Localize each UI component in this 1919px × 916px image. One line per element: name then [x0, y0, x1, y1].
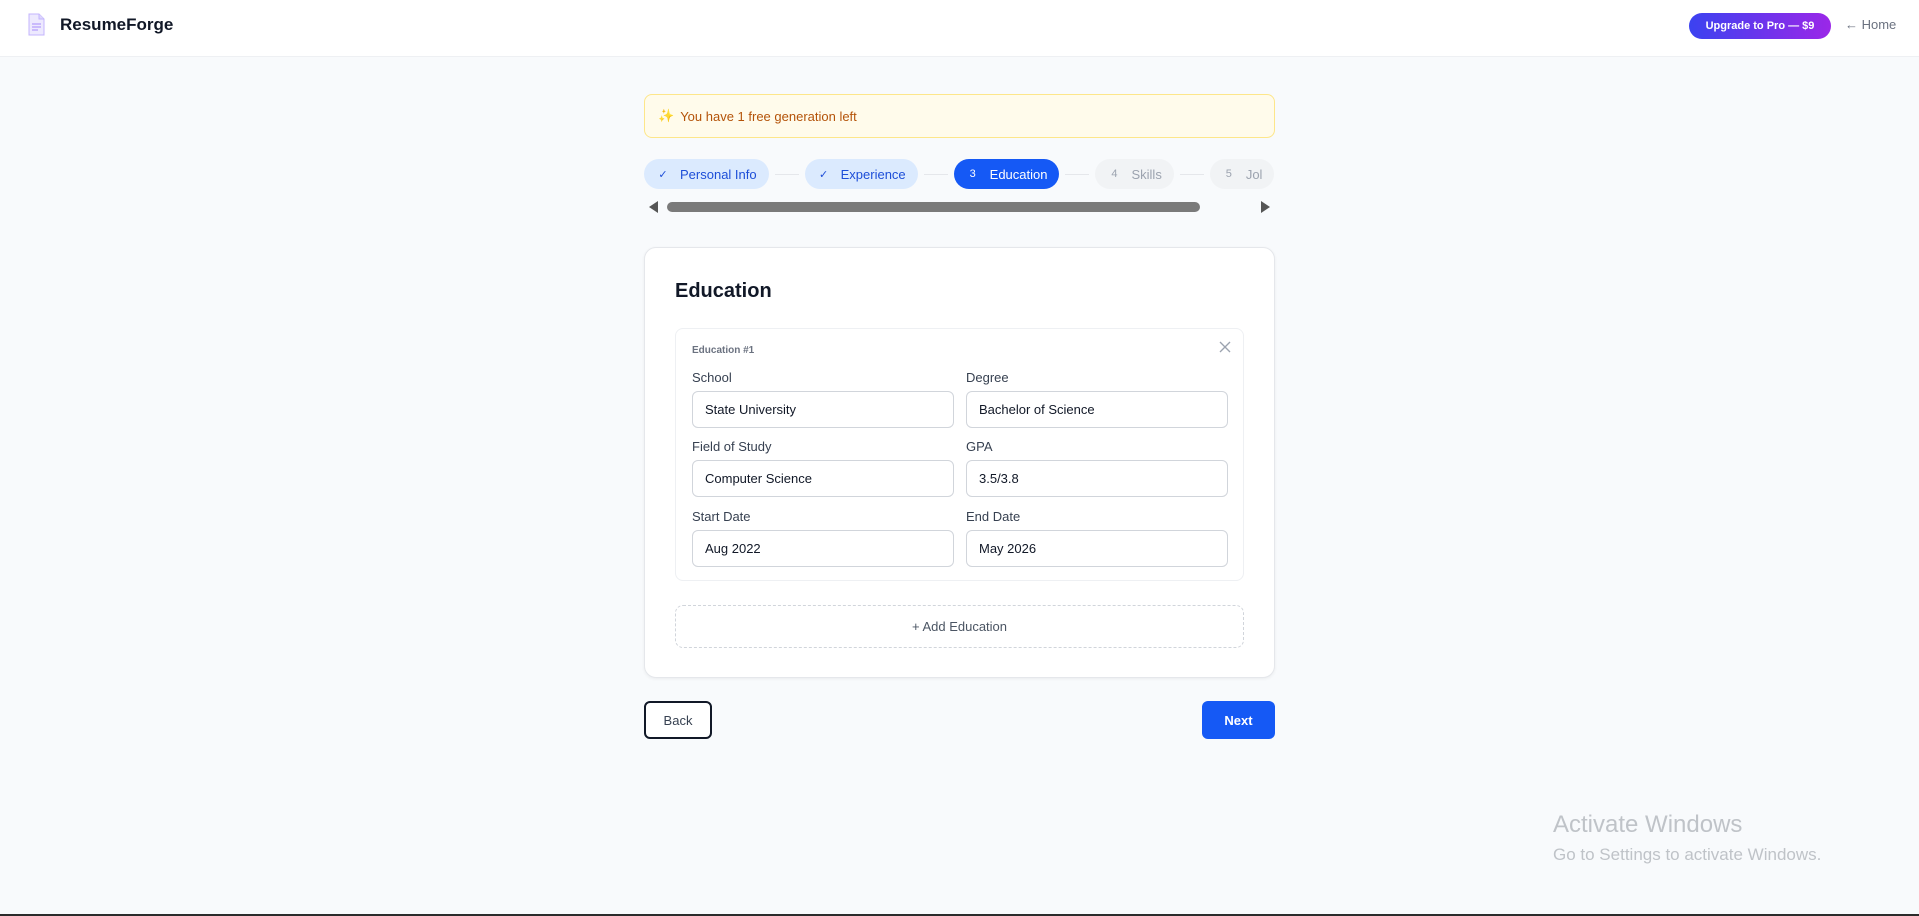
- education-entry: Education #1 School Degree Field of Stud…: [675, 328, 1244, 581]
- school-input[interactable]: [692, 391, 954, 428]
- gpa-input[interactable]: [966, 460, 1228, 497]
- degree-input[interactable]: [966, 391, 1228, 428]
- brand-name: ResumeForge: [60, 15, 174, 34]
- home-link[interactable]: ← Home: [1845, 17, 1896, 32]
- end-date-field: End Date: [966, 509, 1228, 567]
- step-label: Personal Info: [680, 166, 757, 182]
- degree-label: Degree: [966, 370, 1009, 385]
- close-icon[interactable]: [1217, 339, 1233, 355]
- step-label: Skills: [1131, 166, 1162, 182]
- step-separator: [923, 173, 948, 175]
- scrollbar-thumb[interactable]: [667, 202, 1200, 212]
- brand[interactable]: ResumeForge: [26, 13, 173, 37]
- back-button[interactable]: Back: [644, 701, 712, 739]
- top-bar: ResumeForge Upgrade to Pro — $9 ← Home: [0, 0, 1919, 57]
- card-title: Education: [675, 280, 772, 302]
- steps-row: ✓ Personal Info ✓ Experience 3 Education 4 Skil…: [644, 159, 1275, 189]
- step-skills[interactable]: 4 Skills: [1095, 159, 1174, 189]
- step-label: Jol: [1245, 166, 1263, 182]
- check-icon: ✓: [658, 168, 668, 181]
- next-button[interactable]: Next: [1202, 701, 1275, 739]
- step-number: 4: [1111, 168, 1118, 180]
- entry-label: Education #1: [692, 345, 755, 356]
- step-education[interactable]: 3 Education: [953, 159, 1060, 189]
- step-separator: [1065, 173, 1090, 175]
- start-date-field: Start Date: [692, 509, 954, 567]
- start-date-label: Start Date: [692, 509, 751, 524]
- step-separator: [1179, 173, 1204, 175]
- stepper-scrollbar[interactable]: [644, 199, 1275, 215]
- banner-text: You have 1 free generation left: [680, 108, 857, 124]
- watermark-title: Activate Windows: [1553, 811, 1743, 838]
- upgrade-button[interactable]: Upgrade to Pro — $9: [1689, 13, 1831, 39]
- sparkles-icon: ✨: [658, 108, 675, 123]
- step-separator: [774, 173, 799, 175]
- field-of-study-input[interactable]: [692, 460, 954, 497]
- start-date-input[interactable]: [692, 530, 954, 567]
- field-of-study-field: Field of Study: [692, 439, 954, 497]
- education-card: Education Education #1 School Degree Fie…: [644, 247, 1275, 678]
- gpa-field: GPA: [966, 439, 1228, 497]
- step-jol[interactable]: 5 Jol: [1209, 159, 1275, 189]
- step-experience[interactable]: ✓ Experience: [804, 159, 918, 189]
- document-icon: [26, 13, 46, 37]
- gpa-label: GPA: [966, 439, 993, 454]
- end-date-input[interactable]: [966, 530, 1228, 567]
- degree-field: Degree: [966, 370, 1228, 428]
- field-of-study-label: Field of Study: [692, 439, 772, 454]
- add-education-button[interactable]: + Add Education: [675, 605, 1244, 648]
- end-date-label: End Date: [966, 509, 1021, 524]
- step-label: Education: [989, 166, 1048, 182]
- step-number: 3: [969, 168, 976, 180]
- watermark-subtitle: Go to Settings to activate Windows.: [1553, 845, 1822, 864]
- windows-activation-watermark: Activate Windows Go to Settings to activ…: [1553, 811, 1821, 865]
- step-number: 5: [1225, 168, 1232, 180]
- step-label: Experience: [840, 166, 906, 182]
- scroll-right-arrow-icon[interactable]: [1261, 201, 1270, 213]
- scroll-left-arrow-icon[interactable]: [649, 201, 658, 213]
- school-label: School: [692, 370, 732, 385]
- school-field: School: [692, 370, 954, 428]
- free-generation-banner: ✨ You have 1 free generation left: [644, 94, 1275, 138]
- check-icon: ✓: [819, 168, 829, 181]
- step-progress: ✓ Personal Info ✓ Experience 3 Education 4 Skil…: [644, 159, 1275, 189]
- step-personal-info[interactable]: ✓ Personal Info: [644, 159, 769, 189]
